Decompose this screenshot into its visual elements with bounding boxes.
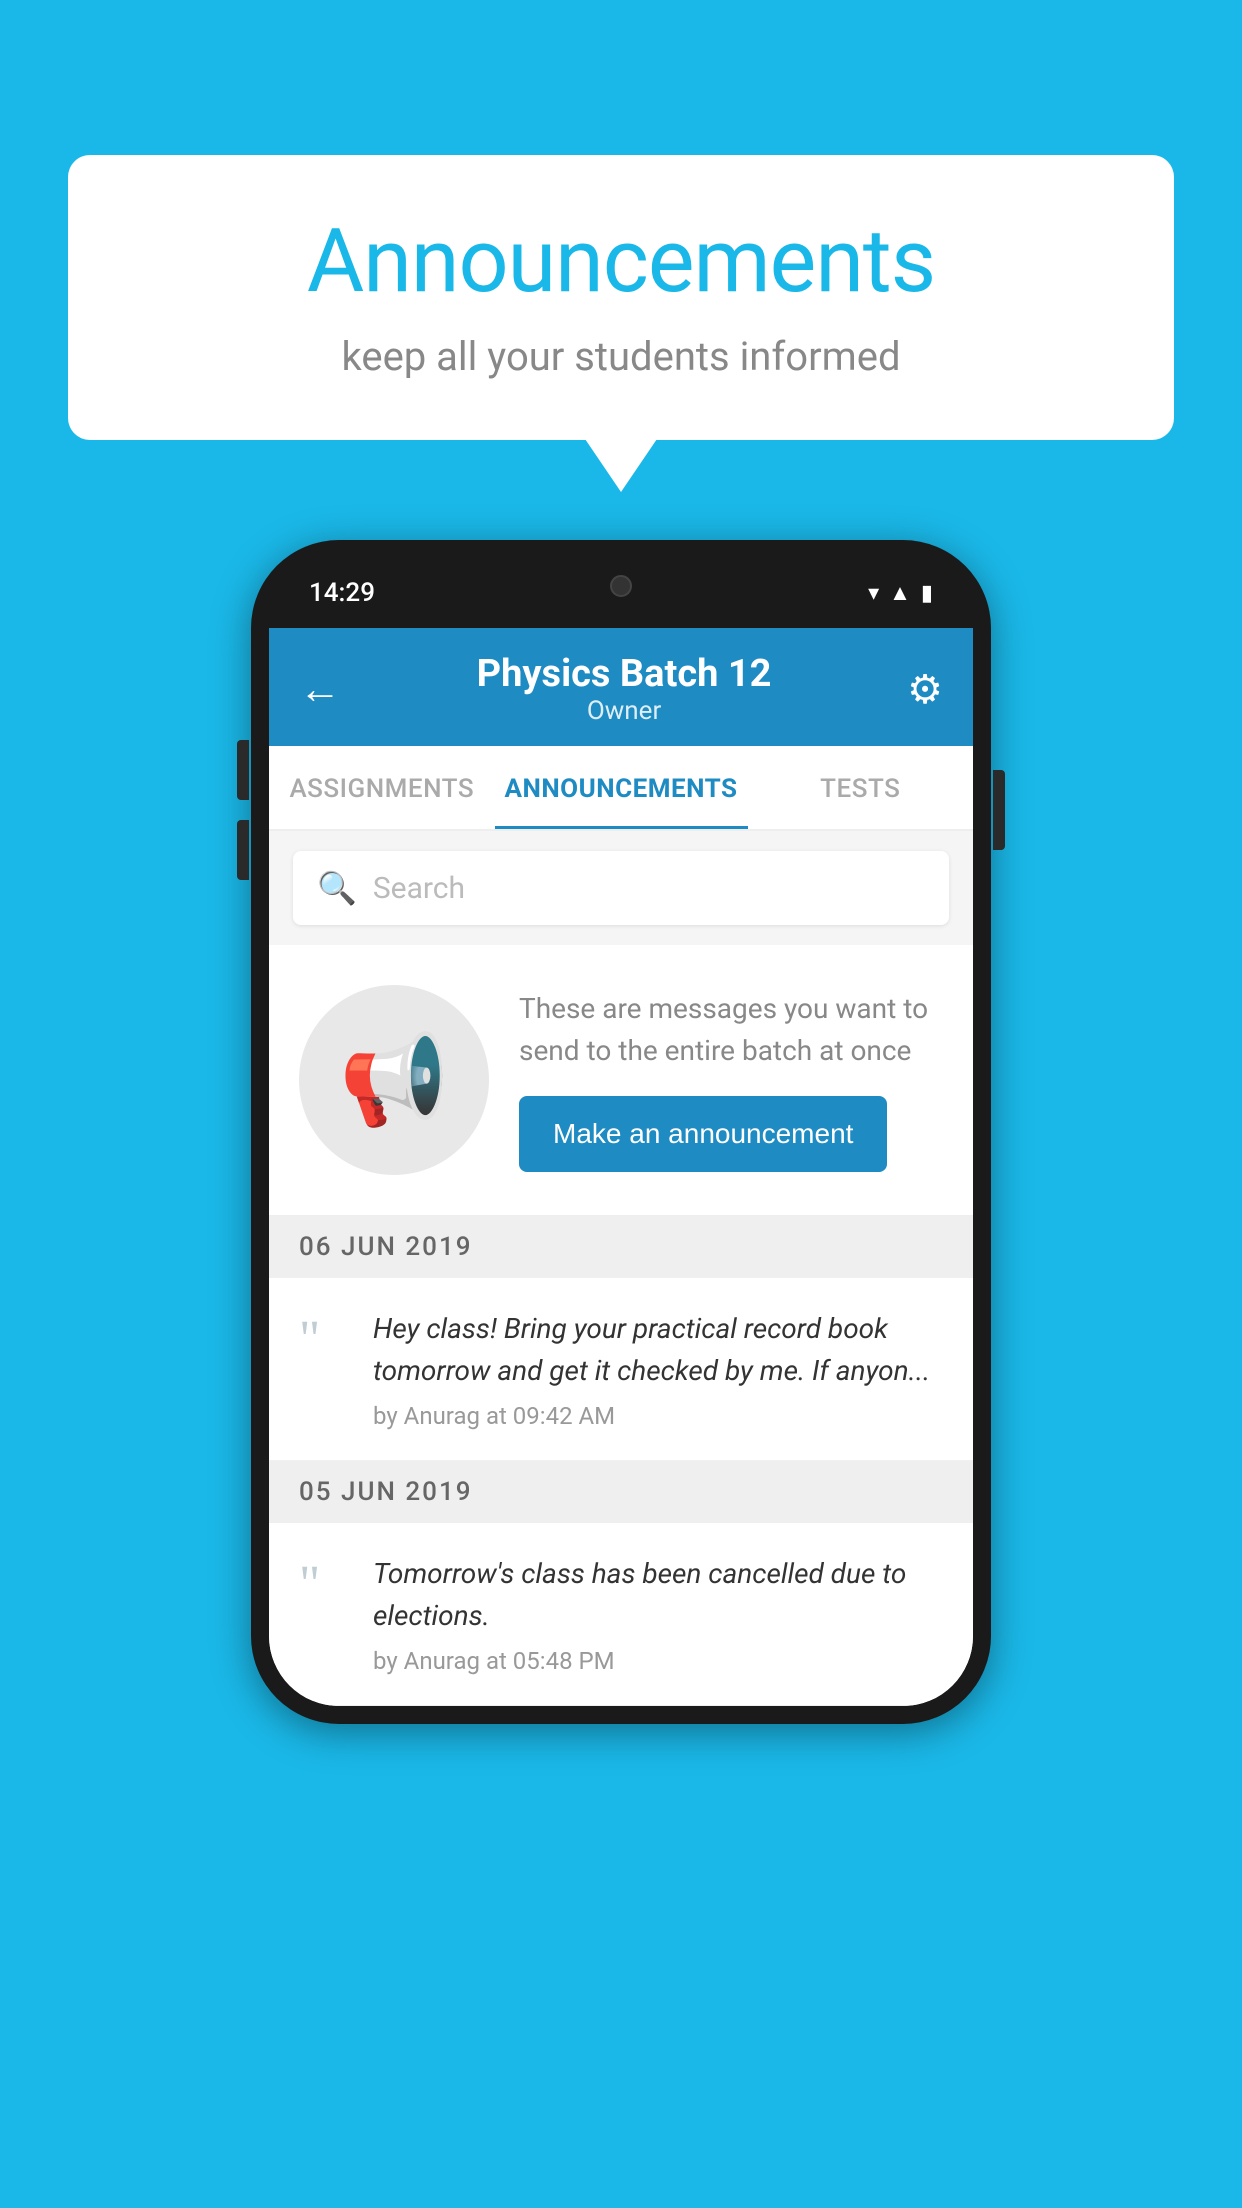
wifi-icon: ▾	[868, 581, 879, 606]
search-input[interactable]: Search	[373, 871, 465, 906]
header-subtitle: Owner	[341, 696, 907, 726]
front-camera	[610, 575, 632, 597]
power-button	[993, 770, 1005, 850]
app-header: ← Physics Batch 12 Owner ⚙	[269, 628, 973, 746]
quote-icon-1: "	[299, 1314, 349, 1366]
quote-icon-2: "	[299, 1559, 349, 1611]
phone-screen: ← Physics Batch 12 Owner ⚙ ASSIGNMENTS A…	[269, 628, 973, 1706]
tab-assignments[interactable]: ASSIGNMENTS	[269, 746, 495, 829]
promo-content: These are messages you want to send to t…	[519, 988, 943, 1172]
megaphone-icon: 📢	[339, 1029, 449, 1132]
announcement-meta-1: by Anurag at 09:42 AM	[373, 1402, 943, 1430]
speech-bubble-container: Announcements keep all your students inf…	[68, 155, 1174, 440]
phone-outer: 14:29 ▾ ▲ ▮ ← Physics Batch 12 Owner ⚙	[251, 540, 991, 1724]
announcements-title: Announcements	[128, 210, 1114, 313]
search-icon: 🔍	[317, 869, 357, 907]
settings-icon[interactable]: ⚙	[907, 666, 943, 713]
tab-tests[interactable]: TESTS	[748, 746, 974, 829]
tabs-bar: ASSIGNMENTS ANNOUNCEMENTS TESTS	[269, 746, 973, 831]
speech-bubble: Announcements keep all your students inf…	[68, 155, 1174, 440]
search-container: 🔍 Search	[269, 831, 973, 945]
announcement-content-1: Hey class! Bring your practical record b…	[373, 1308, 943, 1430]
megaphone-circle: 📢	[299, 985, 489, 1175]
status-bar: 14:29 ▾ ▲ ▮	[269, 558, 973, 628]
back-button[interactable]: ←	[299, 665, 341, 714]
announcement-message-2: Tomorrow's class has been cancelled due …	[373, 1553, 943, 1637]
phone-mockup: 14:29 ▾ ▲ ▮ ← Physics Batch 12 Owner ⚙	[251, 540, 991, 1724]
signal-icon: ▲	[889, 580, 911, 606]
announcement-content-2: Tomorrow's class has been cancelled due …	[373, 1553, 943, 1675]
announcements-subtitle: keep all your students informed	[128, 333, 1114, 380]
phone-notch	[541, 558, 701, 613]
announcement-message-1: Hey class! Bring your practical record b…	[373, 1308, 943, 1392]
announcement-item-2[interactable]: " Tomorrow's class has been cancelled du…	[269, 1523, 973, 1706]
announcement-item-1[interactable]: " Hey class! Bring your practical record…	[269, 1278, 973, 1461]
status-time: 14:29	[309, 578, 375, 608]
date-separator-1: 06 JUN 2019	[269, 1216, 973, 1278]
announcement-meta-2: by Anurag at 05:48 PM	[373, 1647, 943, 1675]
tab-announcements[interactable]: ANNOUNCEMENTS	[495, 746, 748, 829]
status-icons: ▾ ▲ ▮	[868, 580, 933, 606]
battery-icon: ▮	[921, 581, 933, 606]
promo-description: These are messages you want to send to t…	[519, 988, 943, 1072]
header-title: Physics Batch 12	[341, 652, 907, 696]
promo-section: 📢 These are messages you want to send to…	[269, 945, 973, 1216]
make-announcement-button[interactable]: Make an announcement	[519, 1096, 887, 1172]
date-separator-2: 05 JUN 2019	[269, 1461, 973, 1523]
volume-up-button	[237, 740, 249, 800]
search-bar[interactable]: 🔍 Search	[293, 851, 949, 925]
header-center: Physics Batch 12 Owner	[341, 652, 907, 726]
volume-down-button	[237, 820, 249, 880]
